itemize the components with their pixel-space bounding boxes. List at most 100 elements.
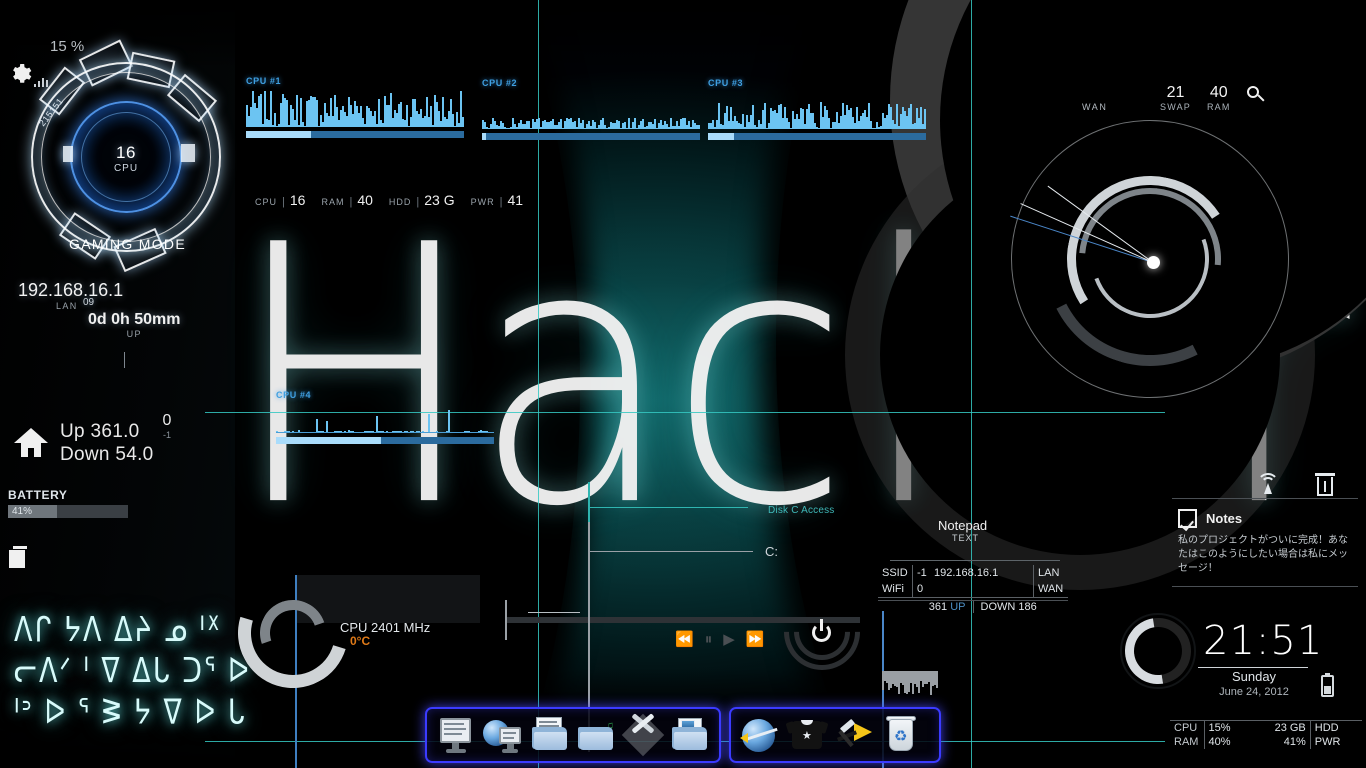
music-folder-icon[interactable]: ♪♫ bbox=[576, 715, 616, 755]
gaming-mode-dial[interactable]: 16 CPU GAMING MODE 215151 bbox=[25, 39, 230, 273]
stats-value-cpu: 15% bbox=[1203, 721, 1251, 735]
battery-widget: BATTERY 41% bbox=[8, 488, 158, 518]
cpu-stat-value-2: 23 G bbox=[424, 192, 455, 208]
recycle-bin-icon[interactable]: ♻ bbox=[881, 715, 921, 755]
sep-1: | bbox=[349, 196, 353, 208]
notes-divider-top bbox=[1172, 498, 1358, 499]
fast-forward-icon[interactable]: ⏩ bbox=[746, 630, 765, 648]
traffic-down: Down 54.0 bbox=[60, 444, 154, 465]
spark-bar bbox=[295, 763, 297, 768]
taskbar-dock[interactable]: ♪♫ ★ ♻ bbox=[425, 706, 945, 764]
cpu-graph-3: CPU #3 bbox=[708, 78, 926, 140]
spark-bar bbox=[295, 751, 297, 764]
settings-gear-icon[interactable] bbox=[8, 62, 32, 91]
cpu-graph-3-spark bbox=[708, 91, 926, 129]
spark-bar bbox=[295, 742, 297, 752]
notepad-title[interactable]: Notepad bbox=[938, 518, 987, 533]
cpu-graph-1-spark bbox=[246, 89, 464, 127]
media-controls[interactable]: ⏪ ⏸ ▶ ⏩ bbox=[675, 630, 765, 649]
spark-bar bbox=[316, 100, 318, 127]
spark-bar bbox=[588, 661, 590, 677]
tools-icon[interactable] bbox=[622, 713, 665, 757]
cpu-graph-4-spark bbox=[276, 403, 494, 433]
my-computer-icon[interactable] bbox=[436, 715, 476, 755]
cpu-graph-2-label: CPU #2 bbox=[482, 78, 518, 88]
notes-header: Notes bbox=[1178, 509, 1358, 528]
cpu-stat-key-1: RAM bbox=[321, 197, 345, 207]
spark-bar bbox=[588, 684, 590, 705]
tshirt-icon[interactable]: ★ bbox=[785, 715, 829, 755]
radar-hub bbox=[1147, 256, 1160, 269]
lan-ip-widget: 192.168.16.1 LAN bbox=[18, 280, 123, 311]
cpu-graph-3-label: CPU #3 bbox=[708, 78, 744, 88]
ram-label: RAM bbox=[1206, 102, 1231, 112]
cpu-graph-2: CPU #2 bbox=[482, 78, 700, 140]
spark-baseline bbox=[276, 432, 494, 433]
spark-baseline bbox=[588, 507, 748, 508]
cpu-stats-row: CPU | 16 RAM | 40 HDD | 23 G PWR | 41 bbox=[255, 192, 534, 208]
notes-title: Notes bbox=[1206, 511, 1243, 526]
sep-0: | bbox=[282, 196, 285, 208]
clock-date: June 24, 2012 bbox=[1219, 686, 1289, 698]
notes-body: 私のプロジェクトがついに完成！あなたはこのようにしたい場合は私にメッセージ！ bbox=[1178, 535, 1348, 574]
search-icon[interactable] bbox=[1246, 86, 1265, 104]
cpu-gauge-percent-wrap: 15 % bbox=[50, 38, 84, 56]
home-icon bbox=[14, 428, 48, 458]
dial-mode-label: GAMING MODE bbox=[69, 236, 186, 252]
pictures-folder-icon[interactable] bbox=[670, 715, 710, 755]
dial-nub-right bbox=[181, 144, 195, 162]
sep-2: | bbox=[416, 196, 420, 208]
clock-underline bbox=[1198, 667, 1308, 668]
cpu-stat-value-3: 41 bbox=[507, 192, 524, 208]
page-icon[interactable] bbox=[9, 546, 27, 568]
dial-unit: CPU bbox=[113, 163, 139, 174]
dock-group-primary[interactable]: ♪♫ bbox=[425, 707, 721, 763]
dock-group-secondary[interactable]: ★ ♻ bbox=[729, 707, 941, 763]
spark-bar bbox=[698, 124, 700, 129]
cpu-graph-1-label: CPU #1 bbox=[246, 76, 282, 86]
table-row: RAM 40% 41% PWR bbox=[1170, 735, 1362, 749]
system-stats-table: CPU 15% 23 GB HDD RAM 40% 41% PWR bbox=[1170, 720, 1362, 749]
pause-icon[interactable]: ⏸ bbox=[705, 631, 713, 648]
spark-bar bbox=[295, 693, 297, 714]
play-icon[interactable]: ▶ bbox=[723, 630, 735, 648]
decor-tick bbox=[124, 352, 125, 368]
hammer-wand-icon[interactable] bbox=[834, 715, 874, 755]
ram-stat: 40 RAM bbox=[1207, 84, 1231, 112]
cpu-graph-4-label: CPU #4 bbox=[276, 390, 312, 400]
radar-gauge bbox=[1005, 120, 1295, 440]
cpu-frequency: CPU 2401 MHz bbox=[340, 620, 431, 635]
network-icon[interactable] bbox=[482, 715, 523, 755]
documents-folder-icon[interactable] bbox=[530, 715, 570, 755]
check-icon bbox=[1178, 509, 1197, 528]
clock-ring-progress bbox=[1111, 604, 1205, 698]
wifi-icon[interactable] bbox=[1255, 473, 1281, 495]
cpu-stat-value-0: 16 bbox=[289, 192, 306, 208]
spark-bar bbox=[430, 105, 432, 127]
trash-icon[interactable] bbox=[1315, 473, 1335, 496]
network-panel: SSID -1 LAN WiFi 0 WAN 192.168.16.1 361 … bbox=[878, 565, 1068, 768]
histogram-bar bbox=[936, 671, 938, 689]
guide-vertical-right bbox=[971, 0, 972, 768]
drive-label: C: bbox=[765, 544, 778, 559]
lan-ip-suffix: 09 bbox=[83, 297, 95, 308]
wan-label: WAN bbox=[1082, 102, 1108, 112]
cpu-graph-2-spark bbox=[482, 91, 700, 129]
memory-widget: 21 SWAP 40 RAM bbox=[1160, 84, 1265, 112]
signal-bars-icon bbox=[34, 74, 50, 92]
notes-panel[interactable]: Notes 私のプロジェクトがついに完成！あなたはこのようにしたい場合は私にメッ… bbox=[1172, 498, 1358, 587]
spark-baseline bbox=[588, 551, 753, 552]
spark-bar bbox=[448, 409, 450, 433]
disk-access-label: Disk C Access bbox=[768, 505, 835, 516]
rewind-icon[interactable]: ⏪ bbox=[675, 630, 694, 648]
browser-icon[interactable] bbox=[740, 715, 780, 755]
disk-access-spark bbox=[588, 482, 748, 698]
clock-widget: 21:51 Sunday June 24, 2012 bbox=[1111, 604, 1365, 698]
power-button[interactable] bbox=[768, 578, 876, 686]
wifi-value: 0 bbox=[912, 581, 1034, 597]
ssid-label: SSID bbox=[882, 567, 908, 579]
cpu-graph-3-bar bbox=[708, 133, 926, 140]
stats-right-value-pwr: 41% bbox=[1283, 736, 1306, 748]
swap-value: 21 bbox=[1166, 84, 1185, 101]
spark-bar bbox=[295, 718, 297, 743]
